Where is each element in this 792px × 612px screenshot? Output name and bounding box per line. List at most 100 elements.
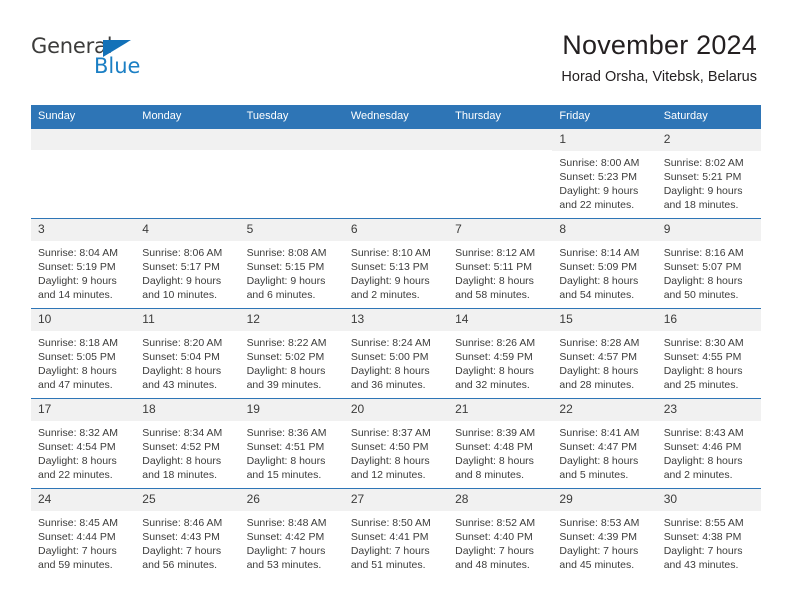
- sunrise-text: Sunrise: 8:04 AM: [38, 246, 118, 259]
- calendar-day-cell[interactable]: 20 Sunrise: 8:37 AM Sunset: 4:50 PM Dayligh…: [343, 398, 449, 489]
- sunrise-text: Sunrise: 8:20 AM: [142, 336, 223, 349]
- calendar-day-cell[interactable]: 30 Sunrise: 8:55 AM Sunset: 4:38 PM Dayligh…: [656, 488, 761, 579]
- day-details: Sunrise: 8:52 AM Sunset: 4:40 PM Daylight:…: [448, 511, 552, 573]
- calendar-day-cell[interactable]: 13 Sunrise: 8:24 AM Sunset: 5:00 PM Dayligh…: [343, 308, 449, 399]
- day-number: 10: [31, 309, 136, 331]
- sunset-text: Sunset: 4:43 PM: [142, 530, 220, 543]
- calendar-day-cell[interactable]: 7 Sunrise: 8:12 AM Sunset: 5:11 PM Daylight…: [448, 218, 553, 309]
- sunrise-text: Sunrise: 8:50 AM: [350, 516, 431, 529]
- calendar-day-cell[interactable]: 8 Sunrise: 8:14 AM Sunset: 5:09 PM Daylight…: [552, 218, 657, 309]
- day-details: Sunrise: 8:53 AM Sunset: 4:39 PM Daylight:…: [552, 511, 656, 573]
- calendar-day-cell[interactable]: 5 Sunrise: 8:08 AM Sunset: 5:15 PM Daylight…: [239, 218, 344, 309]
- day-details: Sunrise: 8:46 AM Sunset: 4:43 PM Daylight:…: [135, 511, 239, 573]
- calendar-day-cell[interactable]: 4 Sunrise: 8:06 AM Sunset: 5:17 PM Daylight…: [135, 218, 240, 309]
- calendar-day-cell[interactable]: 18 Sunrise: 8:34 AM Sunset: 4:52 PM Dayligh…: [135, 398, 240, 489]
- calendar-day-cell[interactable]: 29 Sunrise: 8:53 AM Sunset: 4:39 PM Dayligh…: [552, 488, 657, 579]
- weekday-header-row: Sunday Monday Tuesday Wednesday Thursday…: [31, 105, 761, 129]
- day-details: Sunrise: 8:32 AM Sunset: 4:54 PM Daylight:…: [31, 421, 135, 483]
- sunrise-text: Sunrise: 8:24 AM: [350, 336, 431, 349]
- day-details: Sunrise: 8:02 AM Sunset: 5:21 PM Daylight:…: [657, 151, 761, 213]
- sunset-text: Sunset: 4:41 PM: [350, 530, 429, 543]
- day-number: 27: [343, 489, 449, 511]
- day-number: 26: [239, 489, 344, 511]
- calendar-day-cell[interactable]: 28 Sunrise: 8:52 AM Sunset: 4:40 PM Dayligh…: [448, 488, 553, 579]
- day-number: [343, 129, 449, 151]
- calendar-day-cell[interactable]: 17 Sunrise: 8:32 AM Sunset: 4:54 PM Dayligh…: [31, 398, 136, 489]
- daylight-text-line1: Daylight: 8 hours: [38, 455, 117, 468]
- calendar-day-cell[interactable]: 22 Sunrise: 8:41 AM Sunset: 4:47 PM Dayligh…: [552, 398, 657, 489]
- daylight-text-line1: Daylight: 8 hours: [455, 455, 534, 468]
- sunset-text: Sunset: 4:57 PM: [559, 350, 638, 363]
- daylight-text-line2: and 2 minutes.: [350, 289, 420, 302]
- sunset-text: Sunset: 4:52 PM: [142, 440, 220, 453]
- day-number: 3: [31, 219, 136, 241]
- calendar-day-cell[interactable]: 23 Sunrise: 8:43 AM Sunset: 4:46 PM Dayligh…: [656, 398, 761, 489]
- calendar-day-cell[interactable]: 25 Sunrise: 8:46 AM Sunset: 4:43 PM Dayligh…: [135, 488, 240, 579]
- calendar-day-cell[interactable]: 21 Sunrise: 8:39 AM Sunset: 4:48 PM Dayligh…: [448, 398, 553, 489]
- page-header: General Blue November 2024 Horad Orsha, …: [0, 0, 792, 104]
- calendar-day-cell[interactable]: 2 Sunrise: 8:02 AM Sunset: 5:21 PM Daylight…: [656, 128, 761, 219]
- day-details: Sunrise: 8:55 AM Sunset: 4:38 PM Daylight:…: [657, 511, 761, 573]
- daylight-text-line2: and 25 minutes.: [663, 379, 739, 392]
- sunrise-text: Sunrise: 8:37 AM: [350, 426, 431, 439]
- calendar-week-row: 10 Sunrise: 8:18 AM Sunset: 5:05 PM Dayligh…: [31, 308, 761, 399]
- daylight-text-line1: Daylight: 8 hours: [455, 275, 534, 288]
- calendar-day-cell[interactable]: 12 Sunrise: 8:22 AM Sunset: 5:02 PM Dayligh…: [239, 308, 344, 399]
- day-number: 18: [135, 399, 240, 421]
- calendar-day-cell[interactable]: 24 Sunrise: 8:45 AM Sunset: 4:44 PM Dayligh…: [31, 488, 136, 579]
- calendar-day-cell[interactable]: 27 Sunrise: 8:50 AM Sunset: 4:41 PM Dayligh…: [343, 488, 449, 579]
- calendar-day-cell[interactable]: 6 Sunrise: 8:10 AM Sunset: 5:13 PM Daylight…: [343, 218, 449, 309]
- calendar-day-cell[interactable]: 10 Sunrise: 8:18 AM Sunset: 5:05 PM Dayligh…: [31, 308, 136, 399]
- day-details: Sunrise: 8:48 AM Sunset: 4:42 PM Daylight:…: [240, 511, 344, 573]
- calendar-day-cell[interactable]: 26 Sunrise: 8:48 AM Sunset: 4:42 PM Dayligh…: [239, 488, 344, 579]
- sunset-text: Sunset: 5:07 PM: [663, 260, 742, 273]
- calendar-day-cell[interactable]: 19 Sunrise: 8:36 AM Sunset: 4:51 PM Dayligh…: [239, 398, 344, 489]
- daylight-text-line2: and 10 minutes.: [142, 289, 217, 302]
- day-number: 7: [448, 219, 553, 241]
- day-number: 30: [656, 489, 761, 511]
- weekday-header-thursday: Thursday: [448, 105, 553, 129]
- daylight-text-line1: Daylight: 8 hours: [663, 275, 743, 288]
- sunrise-text: Sunrise: 8:00 AM: [559, 156, 640, 169]
- day-number: 5: [239, 219, 344, 241]
- weekday-header-sunday: Sunday: [31, 105, 136, 129]
- calendar-day-cell[interactable]: 11 Sunrise: 8:20 AM Sunset: 5:04 PM Dayligh…: [135, 308, 240, 399]
- calendar-day-cell[interactable]: 14 Sunrise: 8:26 AM Sunset: 4:59 PM Dayligh…: [448, 308, 553, 399]
- sunset-text: Sunset: 5:13 PM: [350, 260, 429, 273]
- daylight-text-line2: and 43 minutes.: [663, 559, 739, 572]
- sunset-text: Sunset: 4:59 PM: [455, 350, 533, 363]
- calendar-day-cell[interactable]: 3 Sunrise: 8:04 AM Sunset: 5:19 PM Daylight…: [31, 218, 136, 309]
- sunrise-text: Sunrise: 8:14 AM: [559, 246, 640, 259]
- daylight-text-line1: Daylight: 7 hours: [246, 545, 326, 558]
- sunrise-text: Sunrise: 8:48 AM: [246, 516, 327, 529]
- day-number: 13: [343, 309, 449, 331]
- day-number: 29: [552, 489, 657, 511]
- sunset-text: Sunset: 4:47 PM: [559, 440, 638, 453]
- sunrise-text: Sunrise: 8:16 AM: [663, 246, 744, 259]
- calendar-body: 1 Sunrise: 8:00 AM Sunset: 5:23 PM Daylight…: [31, 128, 761, 579]
- sunrise-text: Sunrise: 8:32 AM: [38, 426, 118, 439]
- sunset-text: Sunset: 5:15 PM: [246, 260, 325, 273]
- day-number: [135, 129, 240, 151]
- day-number: 4: [135, 219, 240, 241]
- day-number: 12: [239, 309, 344, 331]
- day-number: 21: [448, 399, 553, 421]
- sunset-text: Sunset: 4:50 PM: [350, 440, 429, 453]
- daylight-text-line1: Daylight: 8 hours: [455, 365, 534, 378]
- day-number: 6: [343, 219, 449, 241]
- calendar-day-cell[interactable]: 1 Sunrise: 8:00 AM Sunset: 5:23 PM Daylight…: [552, 128, 657, 219]
- weekday-header-tuesday: Tuesday: [239, 105, 344, 129]
- calendar-day-cell[interactable]: 16 Sunrise: 8:30 AM Sunset: 4:55 PM Dayligh…: [656, 308, 761, 399]
- sunset-text: Sunset: 4:51 PM: [246, 440, 325, 453]
- daylight-text-line1: Daylight: 9 hours: [350, 275, 430, 288]
- general-blue-logo[interactable]: General Blue: [31, 36, 211, 86]
- calendar-day-cell[interactable]: 9 Sunrise: 8:16 AM Sunset: 5:07 PM Daylight…: [656, 218, 761, 309]
- day-details: Sunrise: 8:10 AM Sunset: 5:13 PM Daylight:…: [344, 241, 448, 303]
- calendar-day-cell[interactable]: 15 Sunrise: 8:28 AM Sunset: 4:57 PM Dayligh…: [552, 308, 657, 399]
- daylight-text-line2: and 8 minutes.: [455, 469, 525, 482]
- daylight-text-line1: Daylight: 8 hours: [246, 455, 326, 468]
- sunrise-text: Sunrise: 8:10 AM: [350, 246, 431, 259]
- sunset-text: Sunset: 5:17 PM: [142, 260, 220, 273]
- calendar-cell-empty: [239, 128, 344, 219]
- daylight-text-line2: and 6 minutes.: [246, 289, 316, 302]
